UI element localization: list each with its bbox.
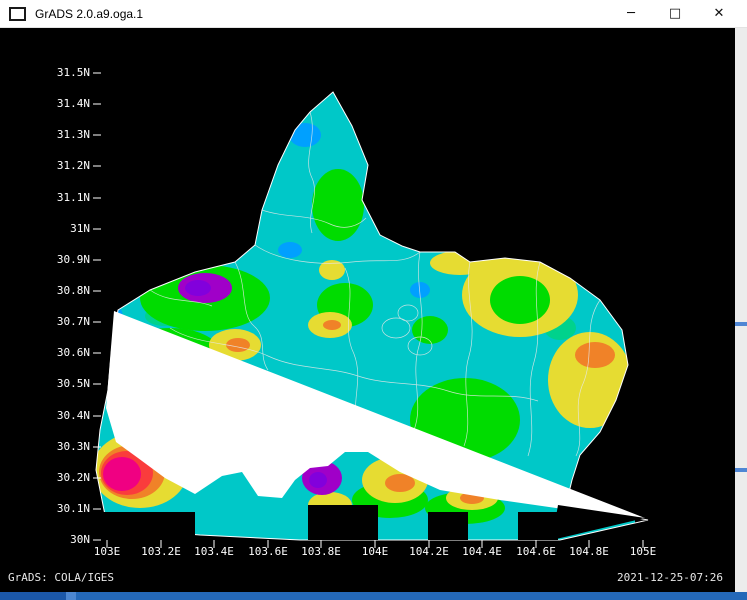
y-axis-label: 30.1N [36, 502, 90, 516]
y-axis-label: 30.6N [36, 346, 90, 360]
y-axis-label: 30.9N [36, 253, 90, 267]
x-axis-label: 103.4E [186, 545, 242, 559]
y-axis-label: 30.5N [36, 377, 90, 391]
contour-map [0, 28, 735, 592]
close-button[interactable]: ✕ [697, 1, 741, 27]
x-axis-label: 104.8E [561, 545, 617, 559]
minimize-button[interactable]: ─ [609, 1, 653, 27]
y-axis-label: 31.1N [36, 191, 90, 205]
x-axis-label: 105E [615, 545, 671, 559]
window-title: GrADS 2.0.a9.oga.1 [35, 7, 143, 21]
grads-window: GrADS 2.0.a9.oga.1 ─ □ ✕ [0, 0, 747, 600]
timestamp: 2021-12-25-07:26 [617, 571, 723, 584]
x-axis-label: 103.8E [293, 545, 349, 559]
x-axis-label: 104E [347, 545, 403, 559]
x-axis-label: 103E [79, 545, 135, 559]
x-axis-label: 103.6E [240, 545, 296, 559]
y-axis-label: 31N [36, 222, 90, 236]
y-axis-label: 30.4N [36, 409, 90, 423]
y-axis-label: 31.2N [36, 159, 90, 173]
x-axis-label: 103.2E [133, 545, 189, 559]
gutter-mark [735, 468, 747, 472]
x-axis-label: 104.2E [401, 545, 457, 559]
x-axis-label: 104.6E [508, 545, 564, 559]
y-axis-label: 30.3N [36, 440, 90, 454]
window-controls: ─ □ ✕ [609, 1, 741, 27]
taskbar-start-segment [0, 592, 66, 600]
y-axis-label: 30.2N [36, 471, 90, 485]
y-axis-label: 31.5N [36, 66, 90, 80]
window-icon [9, 7, 26, 21]
gutter-mark [735, 322, 747, 326]
taskbar-accent-segment [66, 592, 76, 600]
maximize-button[interactable]: □ [653, 1, 697, 27]
desktop-edge [735, 28, 747, 592]
taskbar[interactable] [0, 592, 747, 600]
grads-credit: GrADS: COLA/IGES [8, 571, 114, 584]
x-axis-label: 104.4E [454, 545, 510, 559]
y-axis-label: 30.8N [36, 284, 90, 298]
y-axis-label: 30.7N [36, 315, 90, 329]
y-axis-label: 31.3N [36, 128, 90, 142]
grads-canvas: 31.5N 31.4N 31.3N 31.2N 31.1N 31N 30.9N … [0, 28, 735, 592]
y-axis-label: 31.4N [36, 97, 90, 111]
title-bar[interactable]: GrADS 2.0.a9.oga.1 ─ □ ✕ [0, 0, 747, 28]
contour-green-cores [490, 276, 550, 324]
